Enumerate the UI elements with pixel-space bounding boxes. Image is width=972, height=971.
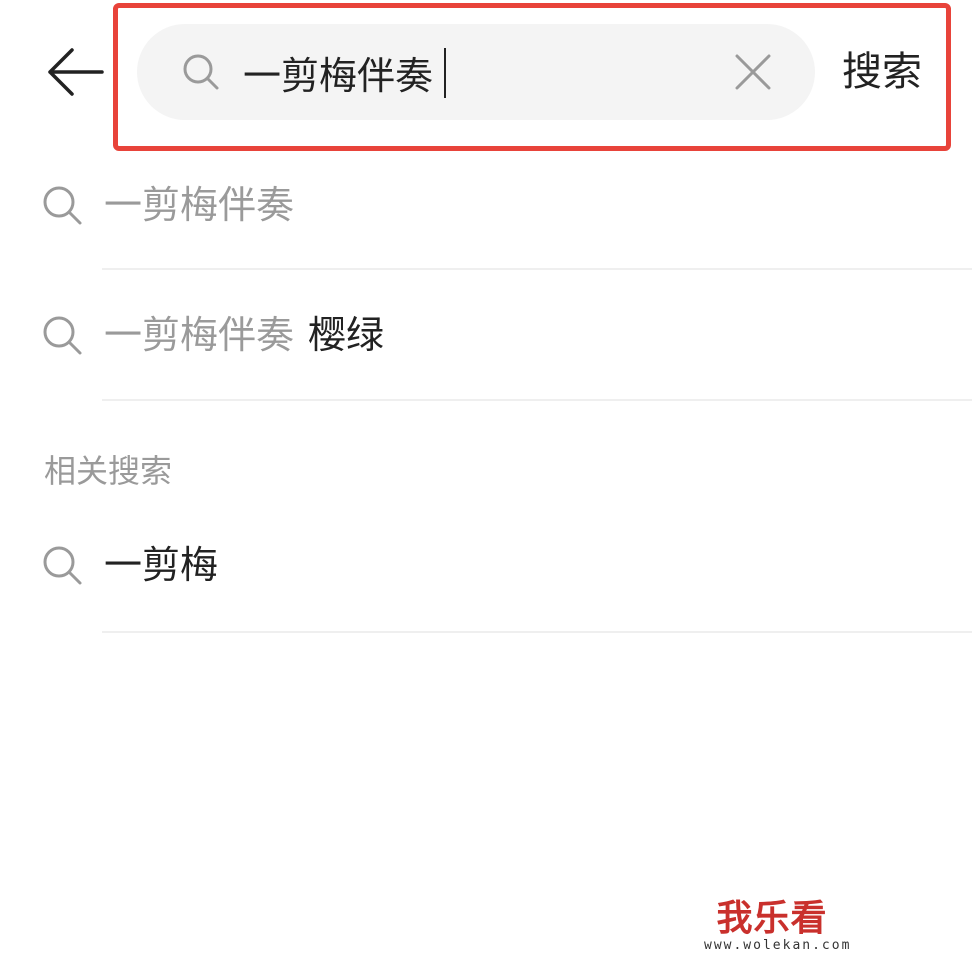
suggestion-text: 一剪梅伴奏 樱绿 bbox=[104, 310, 384, 360]
related-search-text: 一剪梅 bbox=[104, 543, 219, 587]
related-search-title: 相关搜索 bbox=[44, 452, 173, 490]
highlight-annotation-box bbox=[113, 3, 951, 151]
suggestion-item[interactable]: 一剪梅伴奏 bbox=[0, 140, 972, 270]
suggestion-query: 一剪梅伴奏 bbox=[104, 313, 295, 357]
watermark-title: 我乐看 bbox=[716, 897, 828, 939]
search-icon bbox=[43, 316, 82, 355]
back-button[interactable] bbox=[44, 46, 104, 98]
watermark-url: www.wolekan.com bbox=[704, 938, 852, 953]
search-icon bbox=[43, 546, 82, 585]
watermark-logo: 我乐看 www.wolekan.com bbox=[704, 897, 852, 958]
divider bbox=[102, 631, 972, 633]
divider bbox=[102, 399, 972, 401]
suggestion-suffix: 樱绿 bbox=[308, 313, 385, 357]
suggestion-text: 一剪梅伴奏 bbox=[104, 180, 294, 230]
suggestion-query: 一剪梅伴奏 bbox=[104, 183, 295, 227]
suggestion-item[interactable]: 一剪梅伴奏 樱绿 bbox=[0, 270, 972, 400]
back-arrow-icon bbox=[48, 48, 104, 96]
related-search-item[interactable]: 一剪梅 bbox=[0, 500, 972, 630]
search-icon bbox=[43, 186, 82, 225]
